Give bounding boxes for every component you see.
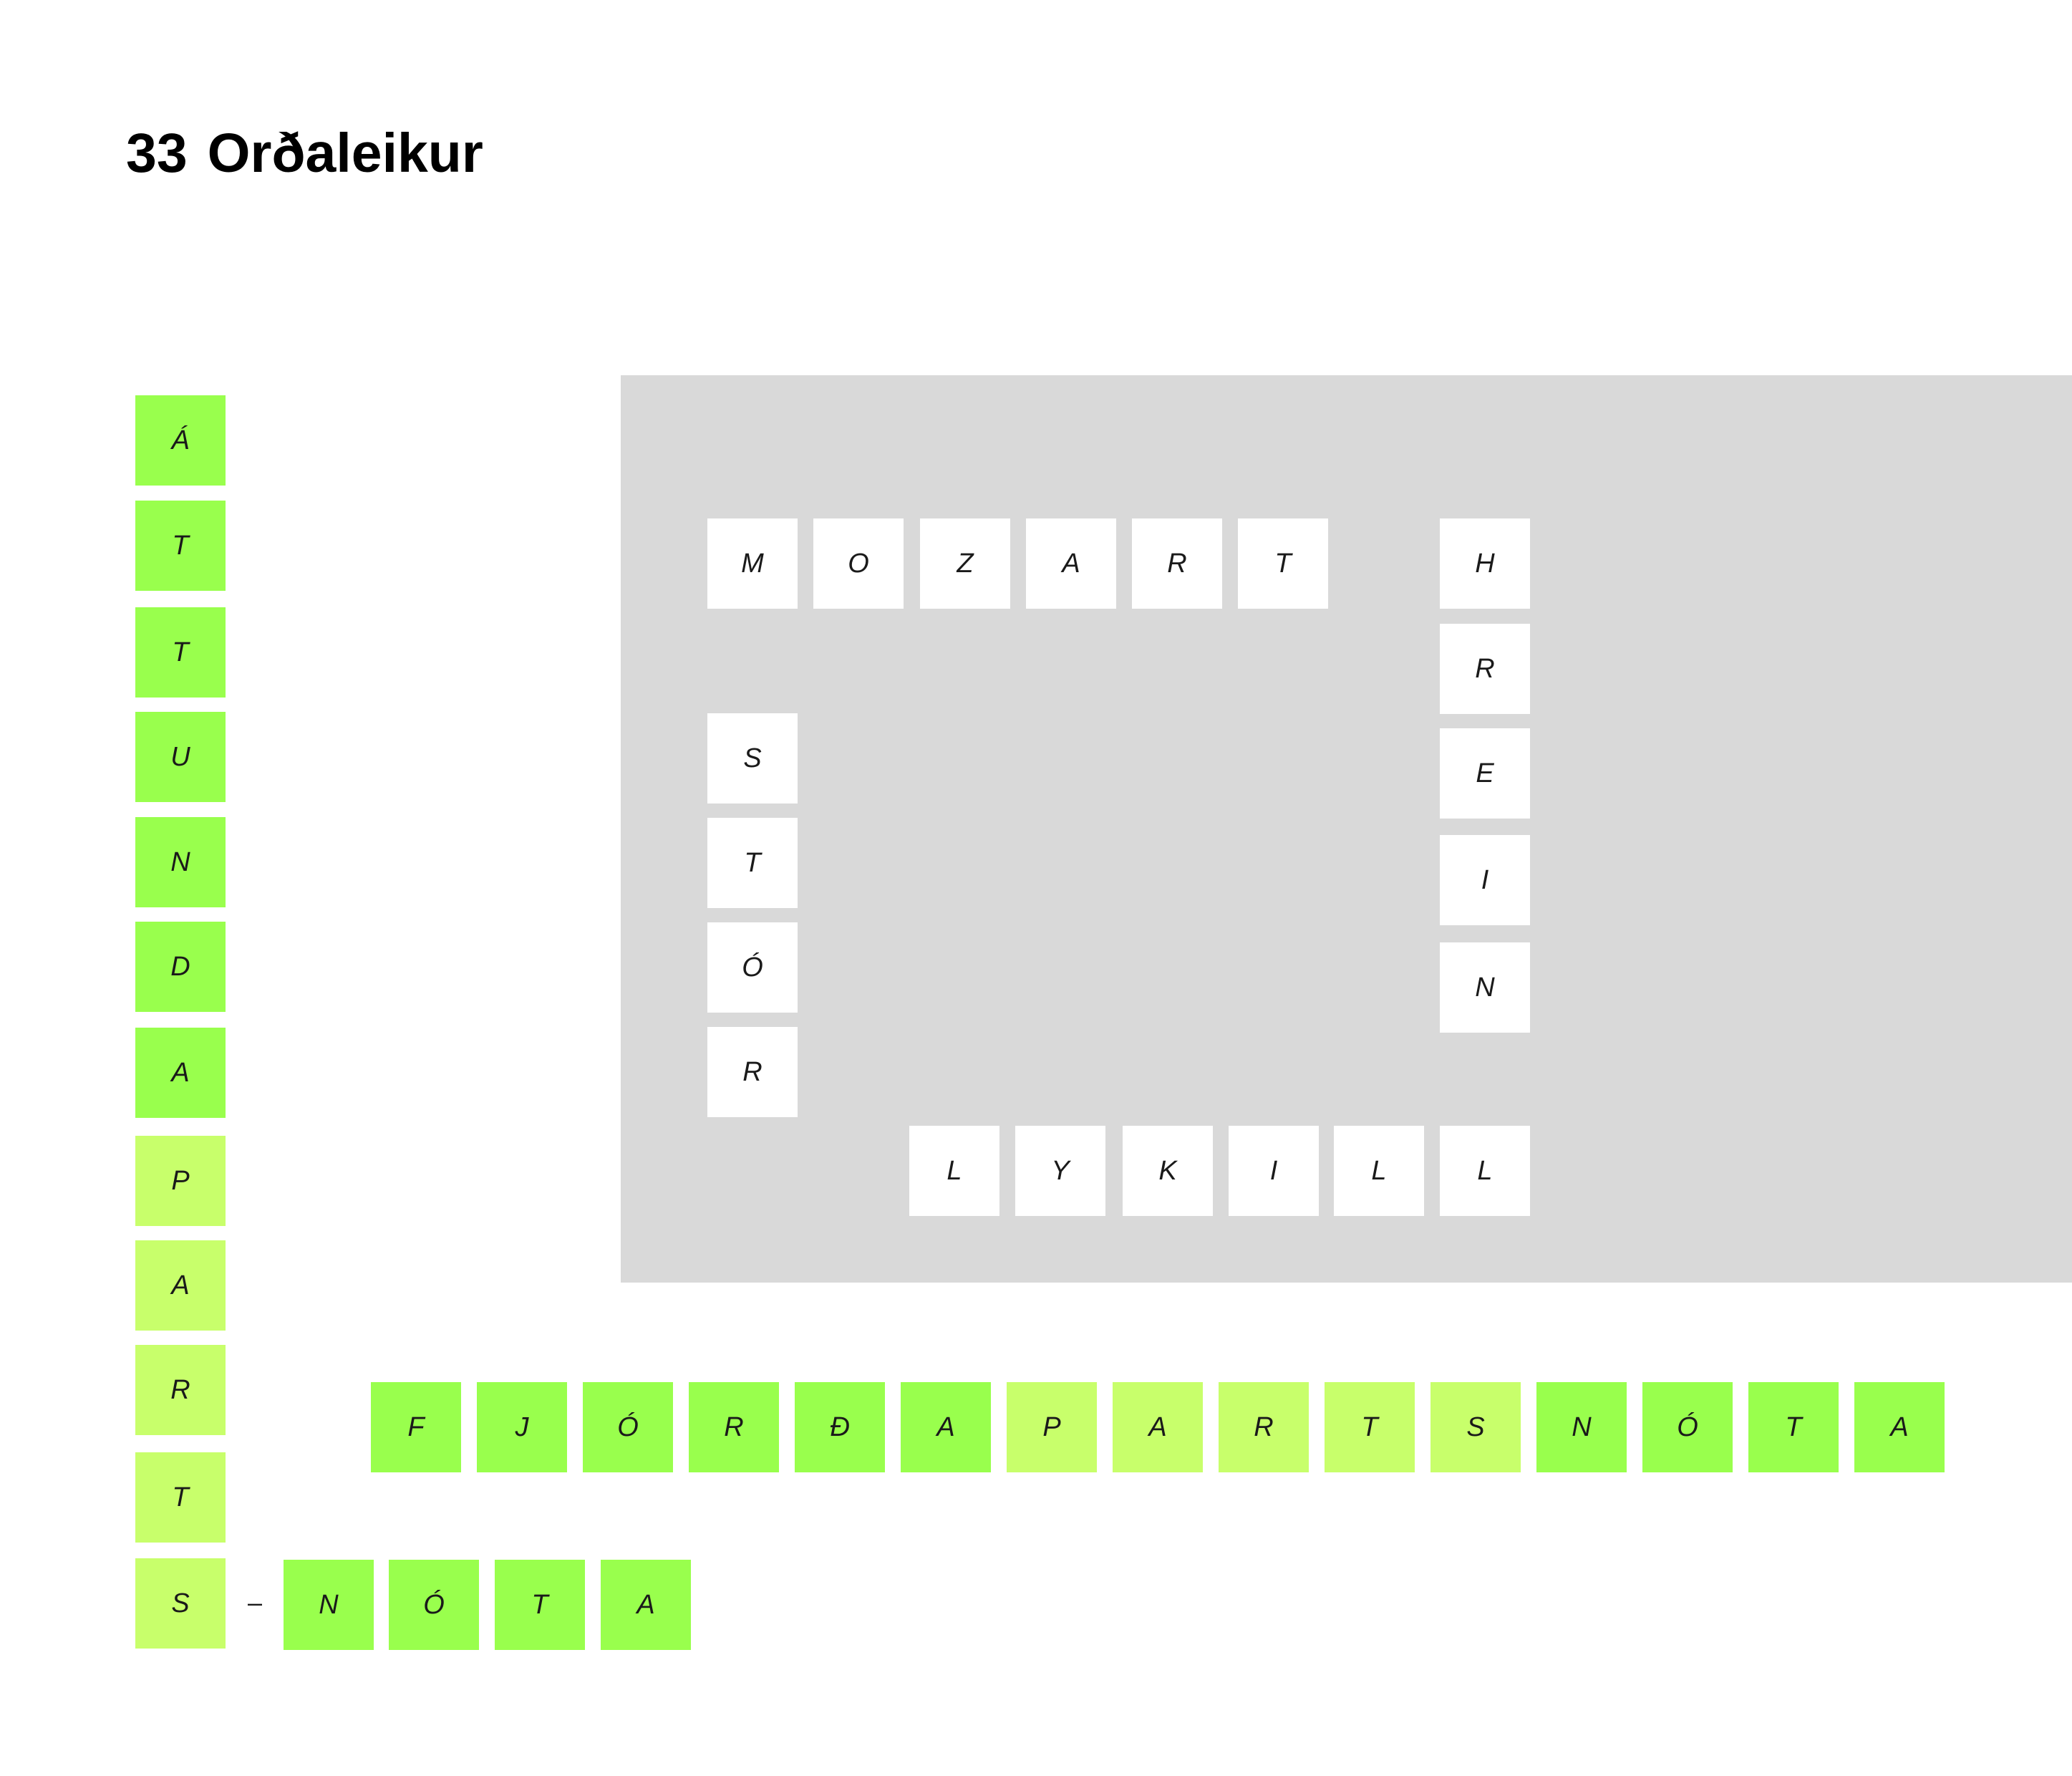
letter-tile[interactable]: L xyxy=(1334,1126,1424,1216)
letter-tile[interactable]: N xyxy=(284,1560,374,1650)
letter-tile[interactable]: T xyxy=(135,1452,226,1543)
letter-tile[interactable]: D xyxy=(135,922,226,1012)
letter-tile[interactable]: J xyxy=(477,1382,567,1472)
letter-tile[interactable]: Ð xyxy=(795,1382,885,1472)
letter-tile[interactable]: N xyxy=(1440,942,1530,1033)
letter-tile[interactable]: S xyxy=(707,713,798,803)
letter-tile[interactable]: Ó xyxy=(1642,1382,1733,1472)
page-title: 33 Orðaleikur xyxy=(126,126,483,181)
letter-tile[interactable]: Ó xyxy=(583,1382,673,1472)
letter-tile[interactable]: I xyxy=(1440,835,1530,925)
letter-tile[interactable]: A xyxy=(135,1240,226,1331)
letter-tile[interactable]: H xyxy=(1440,518,1530,609)
letter-tile[interactable]: Z xyxy=(920,518,1010,609)
letter-tile[interactable]: R xyxy=(1132,518,1222,609)
letter-tile[interactable]: T xyxy=(707,818,798,908)
puzzle-title: Orðaleikur xyxy=(207,122,483,184)
letter-tile[interactable]: A xyxy=(1113,1382,1203,1472)
letter-tile[interactable]: L xyxy=(1440,1126,1530,1216)
letter-tile[interactable]: S xyxy=(135,1558,226,1649)
letter-tile[interactable]: E xyxy=(1440,728,1530,819)
letter-tile[interactable]: A xyxy=(1854,1382,1945,1472)
letter-tile[interactable]: Y xyxy=(1015,1126,1105,1216)
letter-tile[interactable]: T xyxy=(135,501,226,591)
letter-tile[interactable]: I xyxy=(1229,1126,1319,1216)
letter-tile[interactable]: R xyxy=(135,1345,226,1435)
letter-tile[interactable]: T xyxy=(1325,1382,1415,1472)
puzzle-number: 33 xyxy=(126,122,188,184)
letter-tile[interactable]: O xyxy=(813,518,904,609)
separator-dash: – xyxy=(247,1588,263,1617)
letter-tile[interactable]: R xyxy=(1440,624,1530,714)
letter-tile[interactable]: F xyxy=(371,1382,461,1472)
letter-tile[interactable]: Ó xyxy=(707,922,798,1013)
letter-tile[interactable]: S xyxy=(1430,1382,1521,1472)
letter-tile[interactable]: R xyxy=(707,1027,798,1117)
letter-tile[interactable]: T xyxy=(1748,1382,1839,1472)
letter-tile[interactable]: N xyxy=(135,817,226,907)
letter-tile[interactable]: L xyxy=(909,1126,999,1216)
letter-tile[interactable]: A xyxy=(601,1560,691,1650)
letter-tile[interactable]: U xyxy=(135,712,226,802)
letter-tile[interactable]: K xyxy=(1123,1126,1213,1216)
letter-tile[interactable]: N xyxy=(1536,1382,1627,1472)
letter-tile[interactable]: Ó xyxy=(389,1560,479,1650)
letter-tile[interactable]: T xyxy=(1238,518,1328,609)
letter-tile[interactable]: P xyxy=(135,1136,226,1226)
letter-tile[interactable]: T xyxy=(495,1560,585,1650)
letter-tile[interactable]: T xyxy=(135,607,226,698)
letter-tile[interactable]: P xyxy=(1007,1382,1097,1472)
letter-tile[interactable]: R xyxy=(689,1382,779,1472)
letter-tile[interactable]: Á xyxy=(135,395,226,486)
letter-tile[interactable]: A xyxy=(901,1382,991,1472)
letter-tile[interactable]: A xyxy=(1026,518,1116,609)
letter-tile[interactable]: A xyxy=(135,1028,226,1118)
letter-tile[interactable]: M xyxy=(707,518,798,609)
letter-tile[interactable]: R xyxy=(1219,1382,1309,1472)
